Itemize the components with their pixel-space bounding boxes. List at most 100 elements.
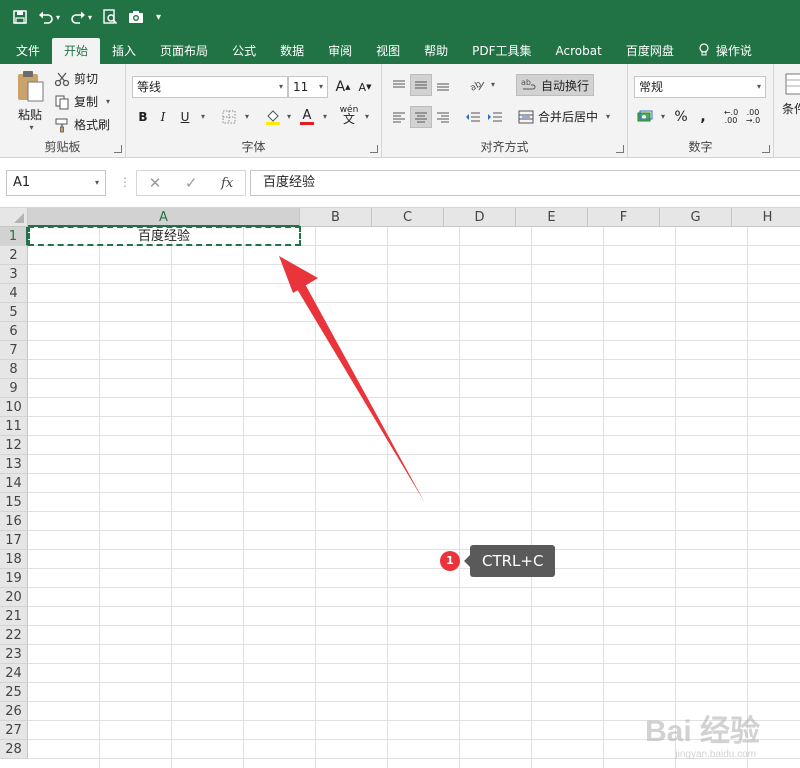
cut-button[interactable]: 剪切 — [54, 70, 98, 87]
column-header-e[interactable]: E — [516, 208, 588, 227]
row-header-24[interactable]: 24 — [0, 664, 28, 683]
alignment-launcher-icon[interactable] — [616, 145, 624, 153]
align-middle-button[interactable] — [410, 74, 432, 96]
row-header-20[interactable]: 20 — [0, 588, 28, 607]
row-header-3[interactable]: 3 — [0, 265, 28, 284]
tab-page-layout[interactable]: 页面布局 — [148, 38, 220, 64]
row-header-25[interactable]: 25 — [0, 683, 28, 702]
row-header-10[interactable]: 10 — [0, 398, 28, 417]
row-header-6[interactable]: 6 — [0, 322, 28, 341]
row-header-8[interactable]: 8 — [0, 360, 28, 379]
column-header-b[interactable]: B — [300, 208, 372, 227]
increase-indent-button[interactable] — [484, 106, 506, 128]
increase-decimal-button[interactable]: ←.0 .00 — [720, 106, 742, 128]
row-header-13[interactable]: 13 — [0, 455, 28, 474]
tab-insert[interactable]: 插入 — [100, 38, 148, 64]
tab-formulas[interactable]: 公式 — [220, 38, 268, 64]
fill-color-dropdown-icon[interactable]: ▾ — [287, 112, 291, 121]
redo-dropdown-icon[interactable]: ▾ — [88, 13, 92, 22]
save-button[interactable] — [12, 6, 28, 28]
print-preview-button[interactable] — [102, 6, 118, 28]
tab-acrobat[interactable]: Acrobat — [544, 38, 614, 64]
formula-input[interactable]: 百度经验 — [250, 170, 800, 196]
name-box[interactable]: A1 ▾ — [6, 170, 106, 196]
row-header-1[interactable]: 1 — [0, 227, 28, 246]
tab-review[interactable]: 审阅 — [316, 38, 364, 64]
insert-function-icon[interactable]: fx — [221, 176, 233, 191]
row-header-15[interactable]: 15 — [0, 493, 28, 512]
font-name-select[interactable]: 等线 ▾ — [132, 76, 288, 98]
tab-pdf-tools[interactable]: PDF工具集 — [460, 38, 543, 64]
row-header-19[interactable]: 19 — [0, 569, 28, 588]
align-bottom-button[interactable] — [432, 74, 454, 96]
paste-button[interactable]: 粘贴 ▾ — [10, 70, 50, 132]
confirm-entry-icon[interactable]: ✓ — [185, 174, 198, 192]
row-header-21[interactable]: 21 — [0, 607, 28, 626]
customize-qat-button[interactable]: ▾ — [154, 6, 161, 28]
wrap-text-button[interactable]: ab 自动换行 — [516, 74, 595, 96]
conditional-format-button[interactable]: 条件 — [782, 72, 800, 117]
tab-help[interactable]: 帮助 — [412, 38, 460, 64]
merge-dropdown-icon[interactable]: ▾ — [606, 112, 610, 121]
font-size-select[interactable]: 11 ▾ — [288, 76, 328, 98]
borders-button[interactable] — [218, 106, 240, 128]
font-color-dropdown-icon[interactable]: ▾ — [323, 112, 327, 121]
decrease-decimal-button[interactable]: .00 →.0 — [742, 106, 764, 128]
decrease-indent-button[interactable] — [462, 106, 484, 128]
underline-button[interactable]: U — [174, 106, 196, 128]
paste-dropdown-icon[interactable]: ▾ — [29, 123, 33, 132]
cell-a1[interactable]: 百度经验 — [28, 227, 300, 246]
copy-dropdown-icon[interactable]: ▾ — [106, 97, 110, 106]
tab-file[interactable]: 文件 — [4, 38, 52, 64]
align-right-button[interactable] — [432, 106, 454, 128]
align-center-button[interactable] — [410, 106, 432, 128]
format-painter-button[interactable]: 格式刷 — [54, 116, 110, 133]
tab-baidu-netdisk[interactable]: 百度网盘 — [614, 38, 686, 64]
align-left-button[interactable] — [388, 106, 410, 128]
accounting-dropdown-icon[interactable]: ▾ — [661, 112, 665, 121]
select-all-corner[interactable] — [0, 208, 28, 227]
number-format-select[interactable]: 常规 ▾ — [634, 76, 766, 98]
tab-home[interactable]: 开始 — [52, 38, 101, 64]
undo-button[interactable]: ▾ — [38, 6, 60, 28]
row-header-26[interactable]: 26 — [0, 702, 28, 721]
phonetic-button[interactable]: wén 文 — [338, 104, 360, 126]
column-header-c[interactable]: C — [372, 208, 444, 227]
row-header-2[interactable]: 2 — [0, 246, 28, 265]
row-header-22[interactable]: 22 — [0, 626, 28, 645]
column-header-f[interactable]: F — [588, 208, 660, 227]
shrink-font-button[interactable]: A ▼ — [354, 76, 376, 98]
row-header-14[interactable]: 14 — [0, 474, 28, 493]
row-header-7[interactable]: 7 — [0, 341, 28, 360]
column-header-d[interactable]: D — [444, 208, 516, 227]
italic-button[interactable]: I — [152, 106, 174, 128]
row-header-27[interactable]: 27 — [0, 721, 28, 740]
percent-style-button[interactable]: % — [670, 106, 692, 128]
row-header-11[interactable]: 11 — [0, 417, 28, 436]
row-header-17[interactable]: 17 — [0, 531, 28, 550]
grow-font-button[interactable]: A ▲ — [332, 76, 354, 98]
cancel-entry-icon[interactable]: ✕ — [149, 174, 162, 192]
fill-color-button[interactable] — [262, 106, 284, 128]
number-launcher-icon[interactable] — [762, 145, 770, 153]
tab-data[interactable]: 数据 — [268, 38, 316, 64]
accounting-format-button[interactable] — [634, 106, 656, 128]
column-header-h[interactable]: H — [732, 208, 800, 227]
row-header-12[interactable]: 12 — [0, 436, 28, 455]
font-launcher-icon[interactable] — [370, 145, 378, 153]
formula-bar-grip-icon[interactable]: ⋮ — [119, 175, 131, 189]
comma-style-button[interactable]: , — [692, 106, 714, 128]
cell-area[interactable] — [28, 227, 800, 768]
undo-dropdown-icon[interactable]: ▾ — [56, 13, 60, 22]
merge-center-button[interactable]: 合并后居中 ▾ — [518, 108, 610, 125]
camera-button[interactable] — [128, 6, 144, 28]
tab-tell-me[interactable]: 操作说 — [686, 38, 764, 64]
underline-dropdown-icon[interactable]: ▾ — [201, 112, 205, 121]
row-header-16[interactable]: 16 — [0, 512, 28, 531]
bold-button[interactable]: B — [132, 106, 154, 128]
borders-dropdown-icon[interactable]: ▾ — [245, 112, 249, 121]
copy-button[interactable]: 复制 ▾ — [54, 93, 110, 110]
font-color-button[interactable]: A — [296, 106, 318, 128]
row-header-23[interactable]: 23 — [0, 645, 28, 664]
column-header-g[interactable]: G — [660, 208, 732, 227]
